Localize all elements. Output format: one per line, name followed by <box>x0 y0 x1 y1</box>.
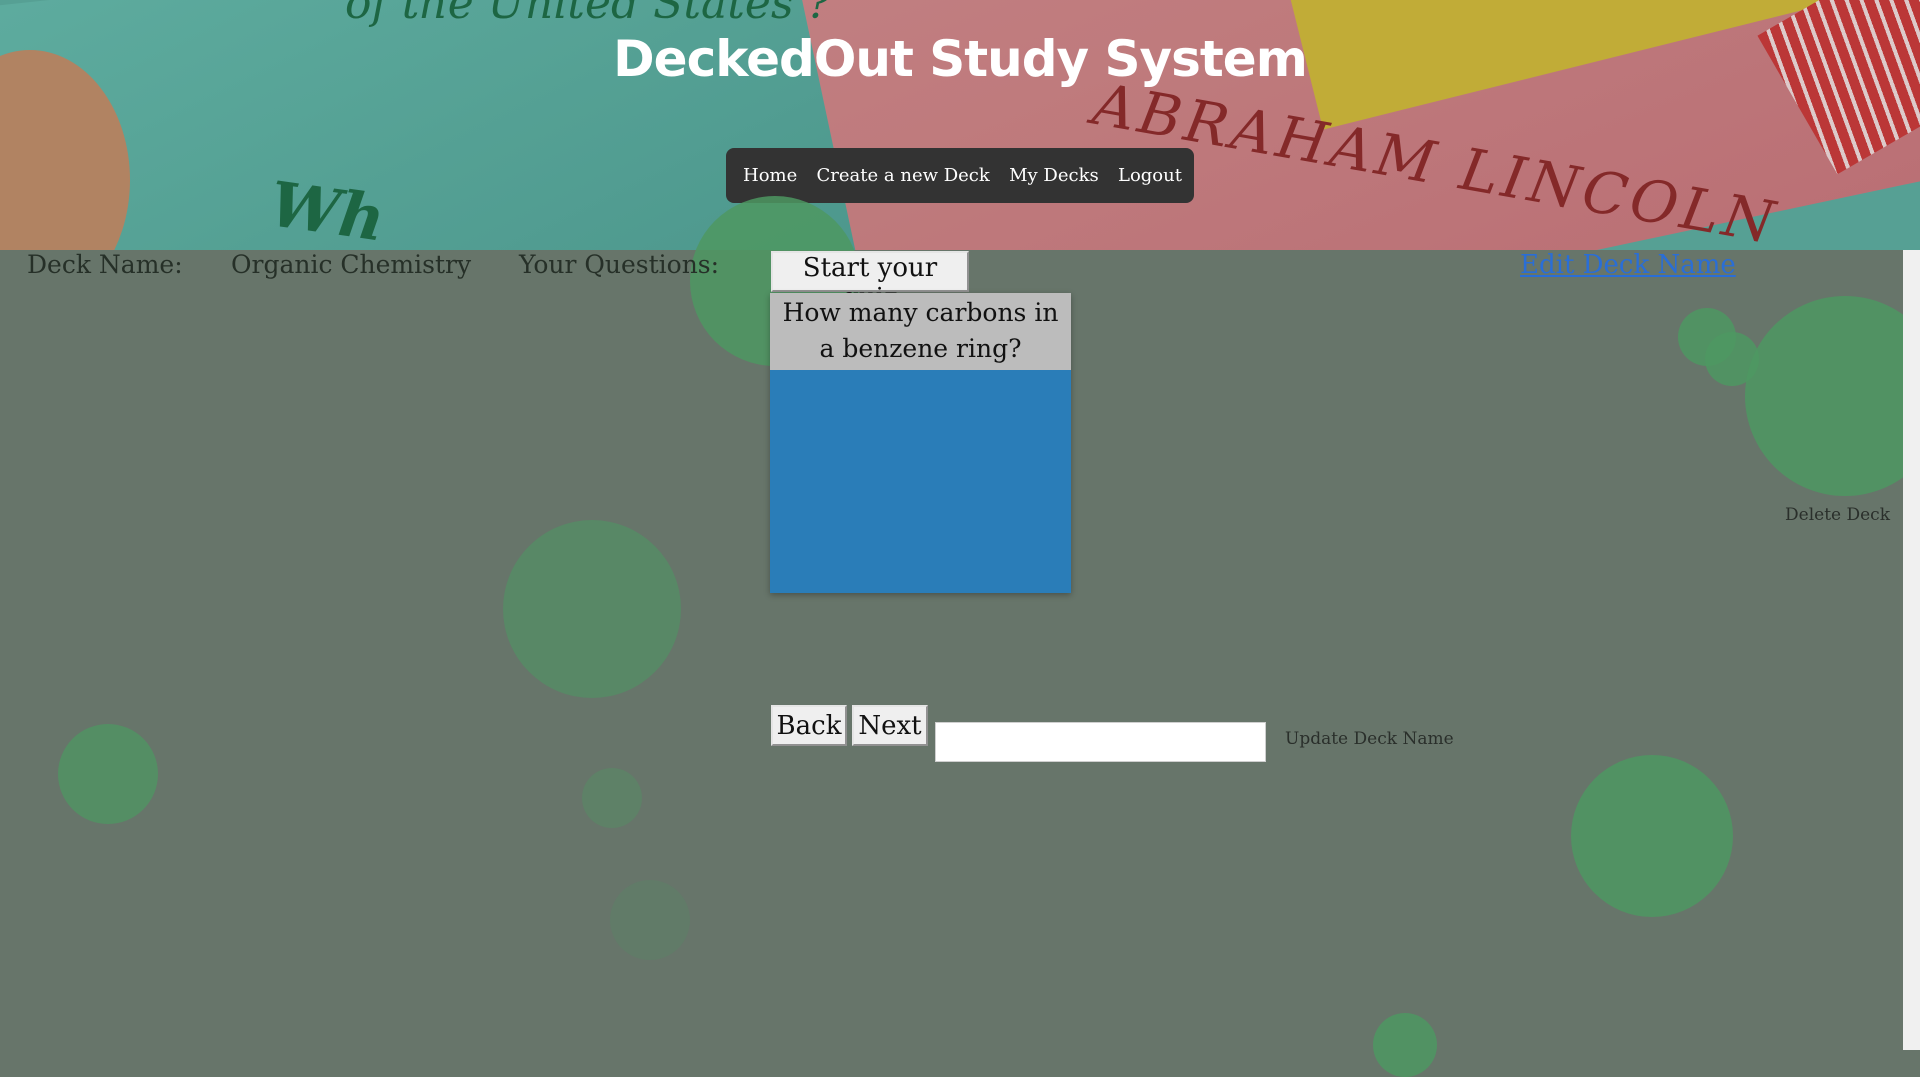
nav-my-decks-link[interactable]: My Decks <box>1009 165 1099 186</box>
site-title: DeckedOut Study System <box>613 30 1308 88</box>
deck-name-value: Organic Chemistry <box>231 250 472 279</box>
nav-home-link[interactable]: Home <box>743 165 797 186</box>
bubble-decoration <box>582 768 642 828</box>
edit-deck-name-link[interactable]: Edit Deck Name <box>1520 250 1736 280</box>
main-nav: Home Create a new Deck My Decks Logout <box>726 148 1194 203</box>
nav-create-deck-link[interactable]: Create a new Deck <box>817 165 990 186</box>
bubble-decoration <box>1373 1013 1437 1077</box>
bubble-decoration <box>58 724 158 824</box>
start-quiz-button[interactable]: Start your quiz <box>771 251 969 313</box>
deck-name-label: Deck Name: <box>27 250 183 279</box>
bubble-decoration <box>1571 755 1733 917</box>
bubble-decoration <box>1745 296 1920 496</box>
flashcard-question: How many carbons in a benzene ring? <box>770 293 1071 370</box>
delete-deck-button[interactable]: Delete Deck <box>1785 505 1890 525</box>
nav-logout-link[interactable]: Logout <box>1118 165 1182 186</box>
update-deck-name-button[interactable]: Update Deck Name <box>1285 729 1454 749</box>
your-questions-label: Your Questions: <box>519 250 720 279</box>
flashcard[interactable]: How many carbons in a benzene ring? <box>770 293 1071 593</box>
bubble-decoration <box>503 520 681 698</box>
next-button[interactable]: Next <box>852 705 928 746</box>
page-scrollbar[interactable] <box>1903 250 1920 1050</box>
scrollbar-thumb[interactable] <box>1906 252 1917 1048</box>
deck-name-input[interactable] <box>935 722 1266 762</box>
back-button[interactable]: Back <box>771 705 847 746</box>
flashcard-answer <box>770 370 1071 593</box>
bubble-decoration <box>610 880 690 960</box>
